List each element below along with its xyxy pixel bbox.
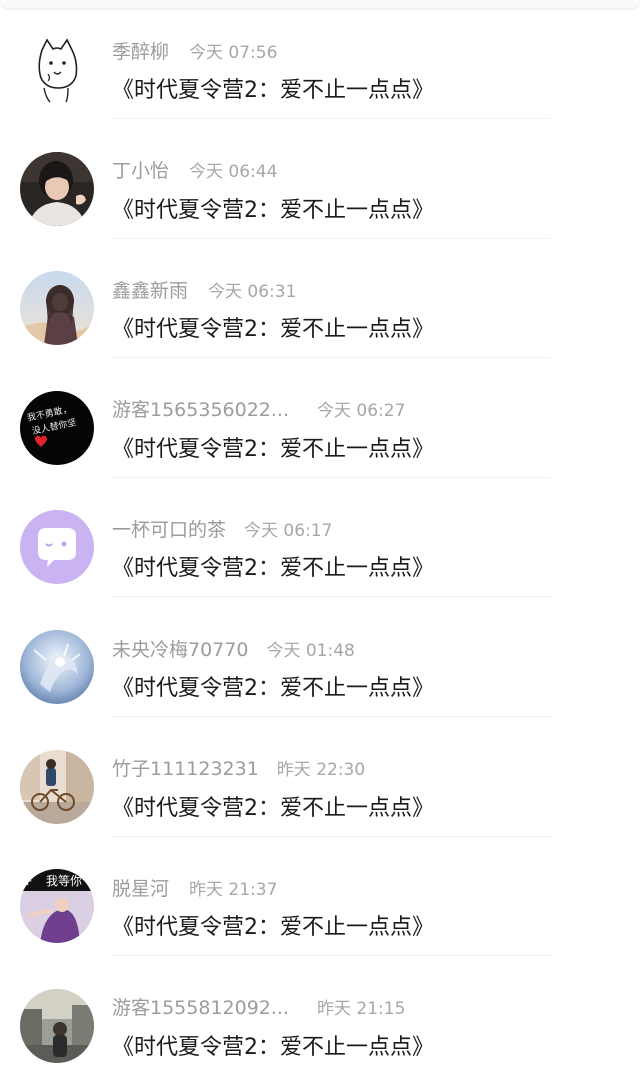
comment-time: 昨天 21:37 (189, 879, 278, 900)
comment-row-3[interactable]: 鑫鑫新雨 今天 06:31 《时代夏令营2：爱不止一点点》 (0, 239, 640, 359)
comment-text: 《时代夏令营2：爱不止一点点》 (112, 795, 434, 821)
comment-meta: 竹子111123231 昨天 22:30 (112, 754, 365, 782)
comment-meta: 未央冷梅70770 今天 01:48 (112, 634, 355, 662)
comment-text: 《时代夏令营2：爱不止一点点》 (112, 197, 434, 223)
comment-time: 今天 06:31 (208, 281, 297, 302)
commenter-name[interactable]: 一杯可口的茶 (112, 515, 226, 542)
commenter-name[interactable]: 未央冷梅70770 (112, 635, 248, 662)
comment-time: 今天 06:27 (317, 401, 406, 422)
bicycle-street-avatar[interactable] (20, 749, 94, 824)
svg-text:F: F (26, 875, 32, 888)
comment-row-9[interactable]: 游客1555812092... 昨天 21:15 《时代夏令营2：爱不止一点点》 (0, 957, 640, 1076)
cartoon-dog-avatar[interactable] (20, 32, 94, 106)
purple-chat-bubble-avatar[interactable] (20, 510, 94, 585)
comment-time: 今天 07:56 (189, 42, 278, 63)
commenter-name[interactable]: 脱星河 (112, 874, 169, 901)
blue-fantasy-avatar[interactable] (20, 630, 94, 704)
comment-text: 《时代夏令营2：爱不止一点点》 (112, 556, 434, 582)
commenter-name[interactable]: 游客1565356022... (112, 395, 289, 422)
comment-meta: 游客1565356022... 今天 06:27 (112, 395, 405, 423)
comment-row-4[interactable]: 我不勇敢， 没人替你坚 游客1565356022... 今天 06:27 《时代… (0, 359, 640, 478)
comment-meta: 游客1555812092... 昨天 21:15 (112, 993, 405, 1021)
commenter-name[interactable]: 鑫鑫新雨 (112, 276, 188, 303)
comment-time: 今天 01:48 (266, 640, 355, 661)
comment-meta: 脱星河 昨天 21:37 (112, 873, 277, 901)
comment-text: 《时代夏令营2：爱不止一点点》 (112, 915, 434, 941)
comment-text: 《时代夏令营2：爱不止一点点》 (112, 436, 434, 462)
comment-time: 今天 06:17 (244, 520, 333, 541)
anime-girl-avatar[interactable] (20, 271, 94, 346)
comment-row-8[interactable]: F 我等你 脱星河 昨天 21:37 《时代夏令营2：爱不止一点点》 (0, 837, 640, 957)
black-text-heart-avatar[interactable]: 我不勇敢， 没人替你坚 (20, 390, 94, 465)
wait-for-you-avatar[interactable]: F 我等你 (20, 869, 94, 944)
comment-row-2[interactable]: 丁小怡 今天 06:44 《时代夏令营2：爱不止一点点》 (0, 120, 640, 239)
city-street-avatar[interactable] (20, 988, 94, 1063)
comment-text: 《时代夏令营2：爱不止一点点》 (112, 317, 434, 343)
comment-text: 《时代夏令营2：爱不止一点点》 (112, 78, 434, 103)
svg-text:我等你: 我等你 (46, 874, 82, 888)
comment-meta: 一杯可口的茶 今天 06:17 (112, 514, 332, 542)
comment-meta: 季醉柳 今天 07:56 (112, 36, 277, 64)
comment-row-6[interactable]: 未央冷梅70770 今天 01:48 《时代夏令营2：爱不止一点点》 (0, 598, 640, 717)
comment-time: 昨天 21:15 (317, 999, 406, 1020)
comment-time: 今天 06:44 (189, 162, 278, 183)
comment-meta: 丁小怡 今天 06:44 (112, 156, 277, 184)
comment-text: 《时代夏令营2：爱不止一点点》 (112, 676, 434, 701)
comment-text: 《时代夏令营2：爱不止一点点》 (112, 1034, 434, 1060)
commenter-name[interactable]: 游客1555812092... (112, 993, 289, 1020)
comment-row-5[interactable]: 一杯可口的茶 今天 06:17 《时代夏令营2：爱不止一点点》 (0, 478, 640, 598)
comment-time: 昨天 22:30 (276, 760, 366, 781)
comment-row-1[interactable]: 季醉柳 今天 07:56 《时代夏令营2：爱不止一点点》 (0, 0, 640, 119)
selfie-photo-avatar[interactable] (20, 151, 94, 226)
commenter-name[interactable]: 竹子111123231 (112, 754, 259, 781)
commenter-name[interactable]: 丁小怡 (112, 156, 169, 183)
comment-row-7[interactable]: 竹子111123231 昨天 22:30 《时代夏令营2：爱不止一点点》 (0, 718, 640, 837)
comment-meta: 鑫鑫新雨 今天 06:31 (112, 275, 296, 303)
commenter-name[interactable]: 季醉柳 (112, 37, 169, 64)
